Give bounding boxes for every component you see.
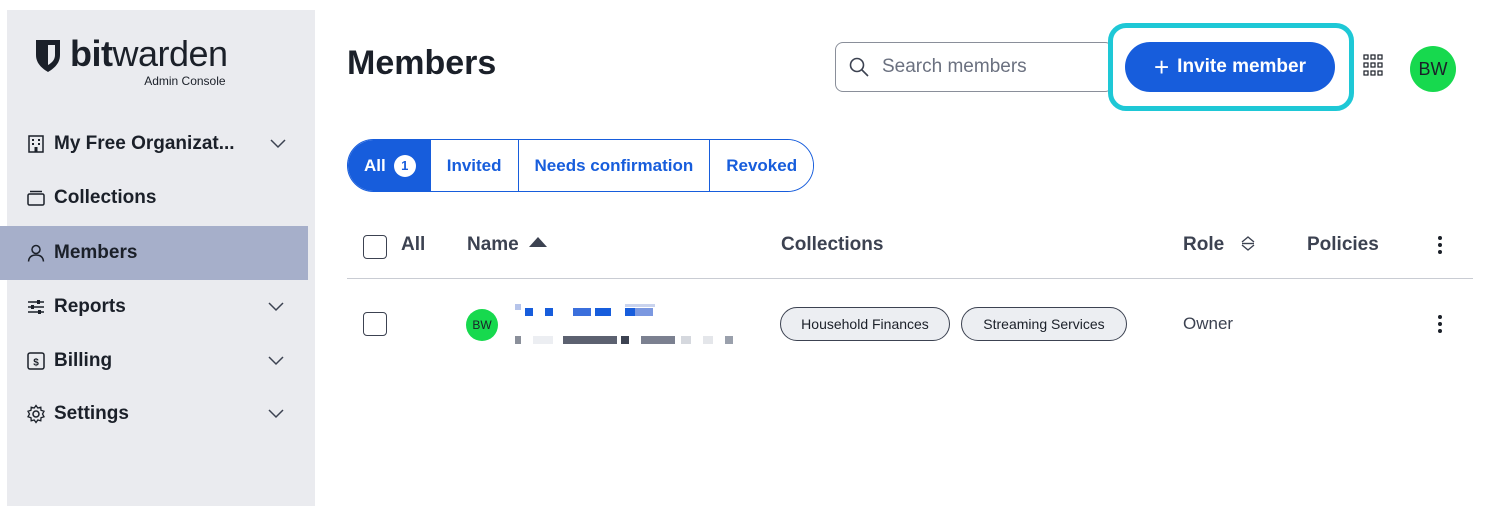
collection-icon <box>26 188 46 208</box>
building-icon <box>26 134 46 154</box>
sort-icon <box>1242 236 1255 251</box>
column-header-policies: Policies <box>1307 234 1379 255</box>
search-box[interactable] <box>835 42 1113 92</box>
sidebar-item-label: Reports <box>54 296 126 317</box>
brand-light: warden <box>112 33 228 74</box>
more-options-icon[interactable] <box>1437 314 1443 334</box>
sidebar-item-label: Settings <box>54 403 129 424</box>
column-header-collections: Collections <box>781 234 884 255</box>
gear-icon <box>26 404 46 424</box>
tab-all[interactable]: All 1 <box>348 140 430 191</box>
select-all-checkbox[interactable] <box>363 235 387 259</box>
collection-badge[interactable]: Streaming Services <box>961 307 1127 341</box>
account-avatar[interactable]: BW <box>1410 46 1456 92</box>
svg-text:$: $ <box>33 358 39 369</box>
tab-label: Needs confirmation <box>534 155 694 175</box>
select-all-label: All <box>401 234 426 255</box>
search-input[interactable] <box>882 56 1082 78</box>
brand-bold: bit <box>70 33 113 74</box>
tab-label: Revoked <box>726 155 798 175</box>
sidebar-item-settings[interactable]: Settings <box>0 387 308 441</box>
column-role-label: Role <box>1183 234 1225 255</box>
sidebar-item-label: Collections <box>54 187 157 208</box>
invite-member-label: Invite member <box>1177 56 1306 77</box>
sliders-icon <box>26 297 46 317</box>
sidebar-item-label: My Free Organizat... <box>54 133 235 154</box>
member-status-tabs: All 1 Invited Needs confirmation Revoked <box>347 139 815 192</box>
tab-label: Invited <box>446 155 502 175</box>
chevron-down-icon <box>268 409 284 419</box>
user-icon <box>26 243 46 263</box>
row-checkbox[interactable] <box>363 312 387 336</box>
chevron-down-icon <box>268 302 284 312</box>
tab-invited[interactable]: Invited <box>429 140 518 191</box>
product-switcher-icon[interactable] <box>1363 54 1383 76</box>
table-header-divider <box>347 278 1473 279</box>
column-name-label: Name <box>467 234 519 255</box>
tab-revoked[interactable]: Revoked <box>709 140 814 191</box>
billing-icon: $ <box>26 351 46 371</box>
brand-subtitle: Admin Console <box>144 74 226 88</box>
sort-ascending-icon <box>528 237 547 247</box>
sidebar-item-label: Members <box>54 242 138 263</box>
sidebar-item-billing[interactable]: $ Billing <box>0 334 308 388</box>
search-icon <box>849 57 869 77</box>
sidebar-item-reports[interactable]: Reports <box>0 280 308 334</box>
tab-label: All <box>364 155 386 175</box>
column-header-name[interactable]: Name <box>467 234 547 256</box>
page-title: Members <box>347 44 497 82</box>
sidebar-item-members[interactable]: Members <box>0 226 308 280</box>
more-options-icon[interactable] <box>1437 235 1443 255</box>
sidebar-item-organization[interactable]: My Free Organizat... <box>0 117 308 171</box>
column-header-role[interactable]: Role <box>1183 234 1257 256</box>
redacted-member-info <box>515 304 733 344</box>
tab-needs-confirmation[interactable]: Needs confirmation <box>517 140 710 191</box>
bitwarden-logo[interactable]: bitwarden Admin Console <box>34 34 228 94</box>
count-badge: 1 <box>393 154 416 177</box>
sidebar-item-label: Billing <box>54 350 113 371</box>
chevron-down-icon <box>270 139 286 149</box>
sidebar-item-collections[interactable]: Collections <box>0 171 308 225</box>
invite-member-button[interactable]: + Invite member <box>1125 42 1335 92</box>
collection-badge[interactable]: Household Finances <box>780 307 950 341</box>
plus-icon: + <box>1153 52 1170 82</box>
member-avatar: BW <box>466 309 498 341</box>
member-role: Owner <box>1183 314 1234 333</box>
chevron-down-icon <box>268 356 284 366</box>
shield-icon <box>36 40 60 72</box>
